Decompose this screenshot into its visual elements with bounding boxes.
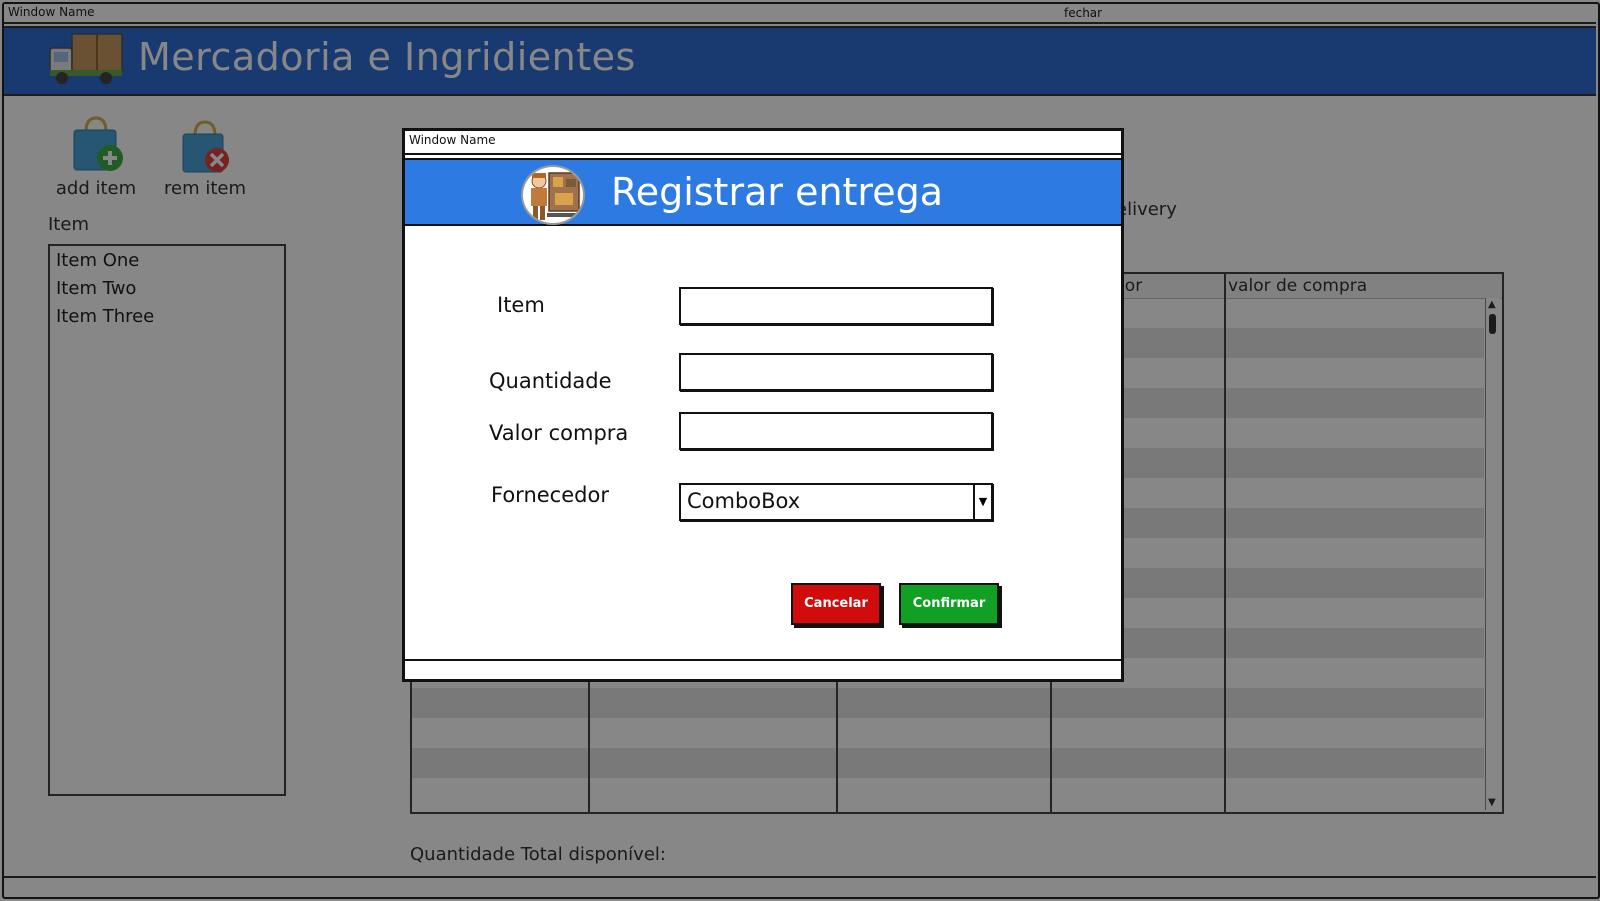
cancel-button[interactable]: Cancelar bbox=[791, 583, 881, 625]
supplier-field-label: Fornecedor bbox=[491, 483, 609, 507]
chevron-down-icon[interactable]: ▼ bbox=[973, 485, 991, 519]
item-input[interactable] bbox=[679, 287, 993, 325]
register-delivery-dialog: Window Name Registrar entrega Item Quant… bbox=[402, 128, 1124, 682]
supplier-combobox[interactable]: ComboBox ▼ bbox=[679, 483, 993, 521]
confirm-button[interactable]: Confirmar bbox=[899, 583, 999, 625]
dialog-header: Registrar entrega bbox=[405, 158, 1121, 226]
quantity-input[interactable] bbox=[679, 353, 993, 391]
purchase-value-input[interactable] bbox=[679, 412, 993, 450]
supplier-combobox-value: ComboBox bbox=[687, 489, 801, 513]
purchase-value-label: Valor compra bbox=[489, 421, 629, 445]
delivery-person-icon bbox=[521, 165, 585, 225]
quantity-field-label: Quantidade bbox=[489, 369, 612, 393]
item-field-label: Item bbox=[497, 293, 545, 317]
dialog-title-bar: Window Name bbox=[405, 131, 1121, 155]
dialog-footer-divider bbox=[405, 659, 1121, 661]
dialog-window-title: Window Name bbox=[409, 133, 496, 147]
dialog-title: Registrar entrega bbox=[611, 170, 943, 214]
